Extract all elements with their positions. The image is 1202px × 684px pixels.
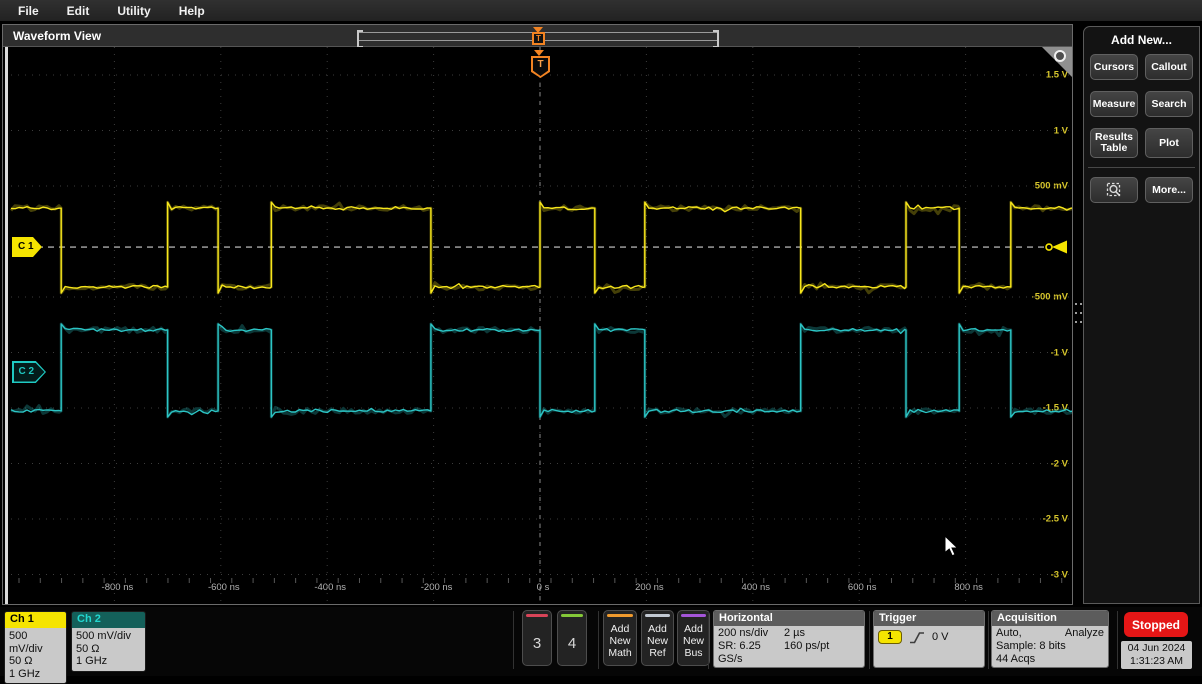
acquisition-mode: Auto, bbox=[996, 627, 1022, 640]
channel3-button[interactable]: 3 bbox=[522, 610, 552, 666]
search-button[interactable]: Search bbox=[1145, 91, 1193, 117]
channel2-badge-title: Ch 2 bbox=[72, 612, 145, 628]
sample-interval: 160 ps/pt bbox=[784, 640, 860, 666]
add-bus-label: Add New Bus bbox=[678, 623, 709, 659]
datetime-display: 04 Jun 2024 1:31:23 AM bbox=[1121, 641, 1192, 669]
bus-color-stripe bbox=[681, 614, 706, 617]
menu-utility[interactable]: Utility bbox=[117, 4, 150, 18]
divider bbox=[988, 611, 989, 669]
acquisition-count: 44 Acqs bbox=[996, 653, 1104, 666]
menu-file[interactable]: File bbox=[18, 4, 39, 18]
trigger-position-marker[interactable]: T bbox=[532, 32, 545, 45]
cursors-button[interactable]: Cursors bbox=[1090, 54, 1138, 80]
channel3-color-stripe bbox=[526, 614, 548, 617]
sidebar-divider bbox=[1088, 167, 1195, 168]
channel1-badge-title: Ch 1 bbox=[5, 612, 66, 628]
menu-bar: File Edit Utility Help bbox=[0, 0, 1202, 22]
waveform-view-panel: Waveform View T -800 ns-600 ns-400 ns-20… bbox=[2, 24, 1073, 605]
add-ref-label: Add New Ref bbox=[642, 623, 673, 659]
date-label: 04 Jun 2024 bbox=[1121, 642, 1192, 655]
channel1-impedance: 50 Ω bbox=[9, 655, 62, 668]
horizontal-panel[interactable]: Horizontal 200 ns/div 2 µs SR: 6.25 GS/s… bbox=[713, 610, 865, 668]
add-new-bus-button[interactable]: Add New Bus bbox=[677, 610, 710, 666]
horizontal-panel-title: Horizontal bbox=[714, 611, 864, 626]
channel2-bandwidth: 1 GHz bbox=[76, 655, 141, 668]
channel2-badge[interactable]: Ch 2 500 mV/div 50 Ω 1 GHz bbox=[71, 611, 146, 672]
math-color-stripe bbox=[607, 614, 633, 617]
results-table-button[interactable]: Results Table bbox=[1090, 128, 1138, 158]
acquisition-panel-title: Acquisition bbox=[992, 611, 1108, 626]
channel1-badge[interactable]: Ch 1 500 mV/div 50 Ω 1 GHz bbox=[4, 611, 67, 684]
trigger-position: T50% bbox=[784, 666, 860, 668]
acquisition-panel[interactable]: Acquisition Auto, Analyze Sample: 8 bits… bbox=[991, 610, 1109, 668]
channel3-label: 3 bbox=[523, 635, 551, 652]
panel-splitter-handle[interactable] bbox=[1075, 303, 1082, 327]
trigger-flag-label: T bbox=[533, 58, 548, 76]
acquisition-analyze: Analyze bbox=[1065, 627, 1104, 640]
channel2-impedance: 50 Ω bbox=[76, 643, 141, 656]
channel1-bandwidth: 1 GHz bbox=[9, 668, 62, 681]
plot-canvas[interactable]: -800 ns-600 ns-400 ns-200 ns0 s200 ns400… bbox=[3, 47, 1072, 604]
channel4-button[interactable]: 4 bbox=[557, 610, 587, 666]
sample-rate: SR: 6.25 GS/s bbox=[718, 640, 784, 666]
channel4-color-stripe bbox=[561, 614, 583, 617]
acquisition-sample: Sample: 8 bits bbox=[996, 640, 1104, 653]
trigger-source-badge: 1 bbox=[878, 630, 902, 644]
more-button[interactable]: More... bbox=[1145, 177, 1193, 203]
sidebar-title: Add New... bbox=[1084, 33, 1199, 47]
channel4-label: 4 bbox=[558, 635, 586, 652]
trigger-arrow-icon bbox=[534, 50, 544, 56]
menu-help[interactable]: Help bbox=[179, 4, 205, 18]
callout-button[interactable]: Callout bbox=[1145, 54, 1193, 80]
waveform-view-title: Waveform View bbox=[13, 29, 101, 43]
trigger-level: 0 V bbox=[932, 631, 949, 644]
divider bbox=[708, 611, 709, 669]
waveform-view-header: Waveform View T bbox=[3, 25, 1072, 47]
record-length: RL: 12.5 kpts bbox=[718, 666, 784, 668]
plot-button[interactable]: Plot bbox=[1145, 128, 1193, 158]
run-stop-button[interactable]: Stopped bbox=[1124, 612, 1188, 637]
time-label: 1:31:23 AM bbox=[1121, 655, 1192, 668]
trigger-panel[interactable]: Trigger 1 0 V bbox=[873, 610, 985, 668]
horizontal-span: 2 µs bbox=[784, 627, 860, 640]
divider bbox=[1117, 611, 1118, 669]
add-new-ref-button[interactable]: Add New Ref bbox=[641, 610, 674, 666]
horizontal-scale: 200 ns/div bbox=[718, 627, 784, 640]
add-math-label: Add New Math bbox=[604, 623, 636, 659]
zoom-select-button[interactable] bbox=[1090, 177, 1138, 203]
zoom-select-icon bbox=[1106, 182, 1122, 198]
divider bbox=[598, 611, 599, 669]
add-new-math-button[interactable]: Add New Math bbox=[603, 610, 637, 666]
channel2-scale: 500 mV/div bbox=[76, 630, 141, 643]
divider bbox=[513, 611, 514, 669]
channel1-scale: 500 mV/div bbox=[9, 630, 62, 655]
waveform-graticule[interactable] bbox=[3, 47, 1072, 604]
settings-bar: Ch 1 500 mV/div 50 Ω 1 GHz Ch 2 500 mV/d… bbox=[0, 607, 1202, 676]
trigger-panel-title: Trigger bbox=[874, 611, 984, 626]
measure-button[interactable]: Measure bbox=[1090, 91, 1138, 117]
rising-edge-icon bbox=[909, 631, 925, 644]
divider bbox=[869, 611, 870, 669]
menu-edit[interactable]: Edit bbox=[67, 4, 90, 18]
ref-color-stripe bbox=[645, 614, 670, 617]
add-new-sidebar: Add New... Cursors Callout Measure Searc… bbox=[1083, 26, 1200, 604]
vertical-scrollbar[interactable] bbox=[5, 47, 8, 604]
